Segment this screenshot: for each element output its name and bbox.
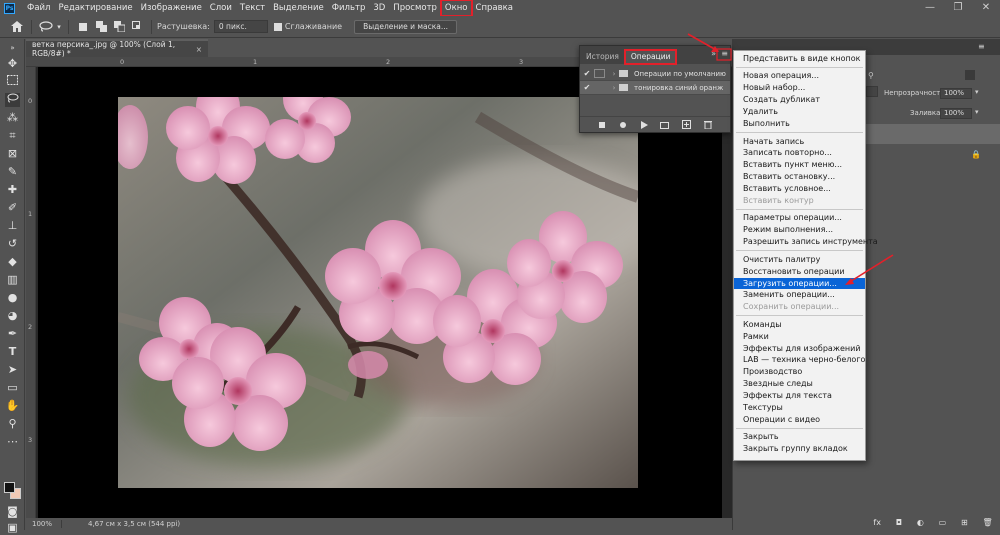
- annotation-arrows: [687, 33, 894, 285]
